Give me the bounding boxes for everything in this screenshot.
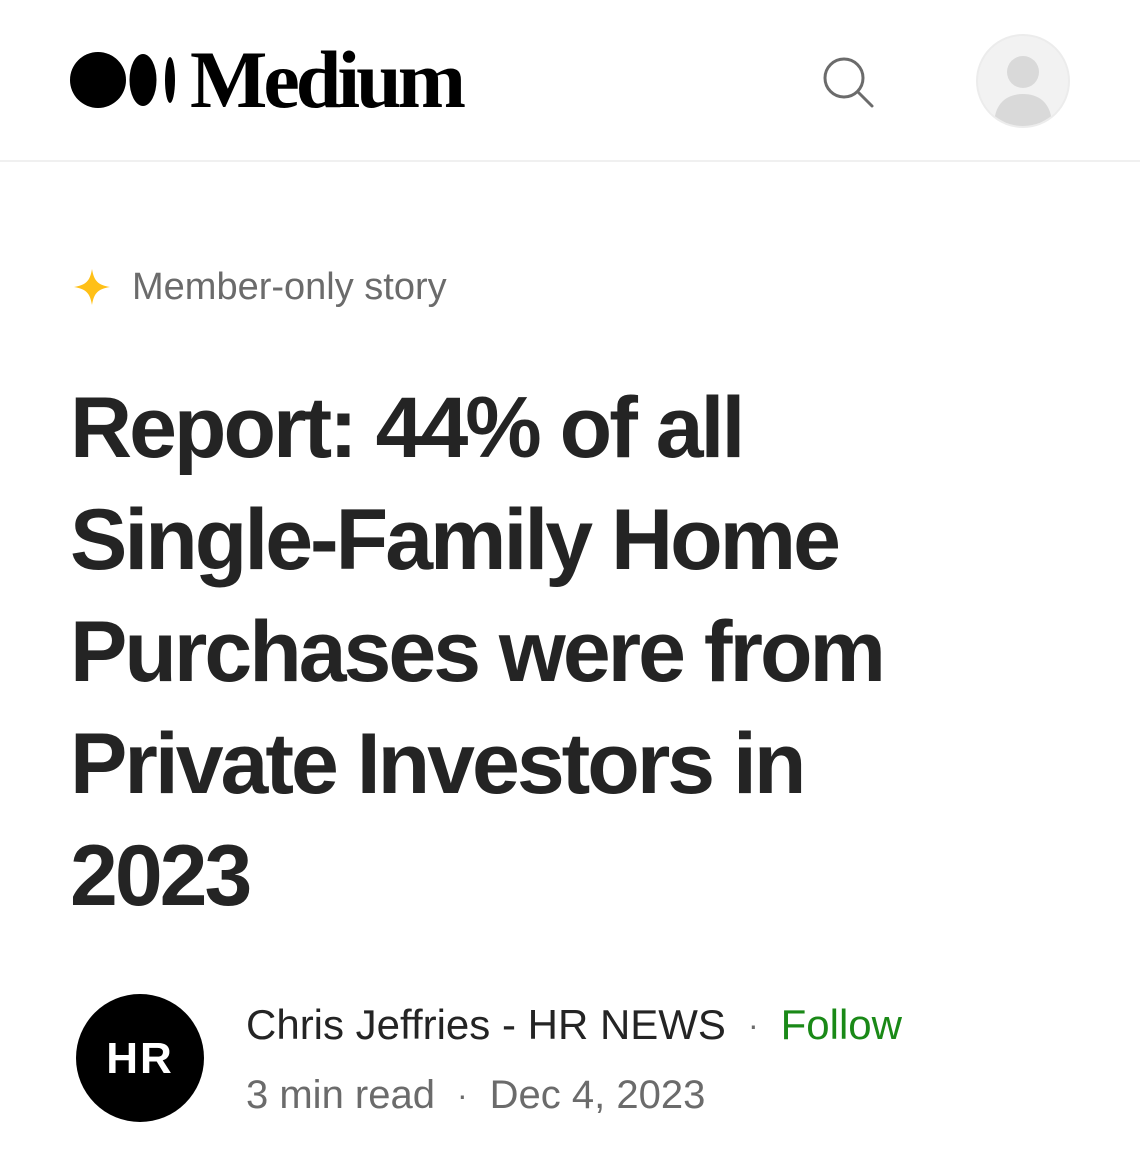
member-only-label: Member-only story: [132, 266, 447, 308]
user-avatar-button[interactable]: [976, 34, 1070, 128]
story-title-line: Purchases were from: [70, 604, 886, 700]
story-title-line: 2023: [70, 828, 252, 924]
story-title-line: Single-Family Home: [70, 492, 841, 588]
author-name-link[interactable]: Chris Jeffries - HR NEWS: [246, 998, 726, 1052]
author-avatar-text: HR: [106, 1034, 174, 1083]
read-time: 3 min read: [246, 1073, 435, 1117]
logo-wordmark: Medium: [190, 34, 466, 125]
follow-button[interactable]: Follow: [781, 998, 902, 1052]
author-line: Chris Jeffries - HR NEWS · Follow: [246, 998, 902, 1052]
medium-dots-logo-icon: [70, 52, 175, 108]
publish-date: Dec 4, 2023: [489, 1073, 706, 1117]
medium-logo[interactable]: Medium: [70, 34, 466, 125]
story-meta: 3 min read · Dec 4, 2023: [246, 1068, 705, 1122]
star-sparkle-icon: [74, 269, 110, 305]
top-navigation-bar: Medium: [0, 0, 1140, 162]
author-avatar[interactable]: HR: [76, 994, 204, 1122]
user-avatar-icon: [994, 56, 1052, 126]
story-title-line: Private Investors in: [70, 716, 806, 812]
separator-dot: ·: [747, 1007, 759, 1043]
separator-dot: ·: [456, 1077, 468, 1113]
search-button[interactable]: [816, 50, 880, 114]
hr-news-logo-icon: HR: [106, 1034, 174, 1083]
story-title-line: Report: 44% of all: [70, 380, 745, 476]
search-icon: [823, 57, 874, 108]
member-only-badge: Member-only story: [72, 262, 447, 312]
story-title: Report: 44% of all Single-Family Home Pu…: [70, 372, 1070, 932]
